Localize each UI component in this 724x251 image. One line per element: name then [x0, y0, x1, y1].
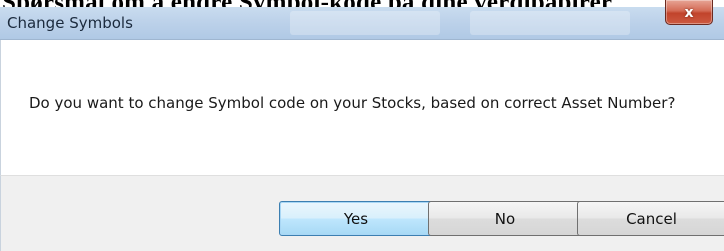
dialog-title: Change Symbols: [7, 14, 133, 32]
title-bar[interactable]: Change Symbols x: [0, 0, 724, 40]
close-button[interactable]: x: [665, 0, 713, 25]
close-icon: x: [684, 5, 694, 21]
change-symbols-dialog: Change Symbols x Do you want to change S…: [0, 0, 724, 251]
button-bar: Yes No Cancel: [0, 175, 724, 251]
background-window-tab: [290, 11, 440, 35]
dialog-message: Do you want to change Symbol code on you…: [29, 94, 676, 112]
cancel-button[interactable]: Cancel: [577, 201, 724, 236]
background-window-tab: [470, 11, 630, 35]
yes-button[interactable]: Yes: [279, 201, 433, 236]
no-button[interactable]: No: [428, 201, 582, 236]
dialog-content: Do you want to change Symbol code on you…: [0, 40, 724, 175]
